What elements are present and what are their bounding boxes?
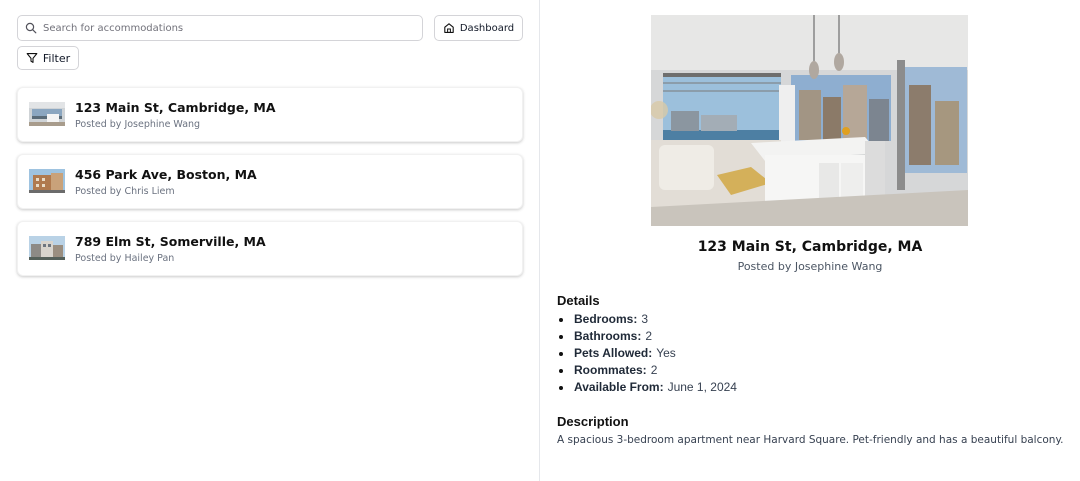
listing-detail-panel: 123 Main St, Cambridge, MA Posted by Jos… bbox=[540, 0, 1080, 481]
description-text: A spacious 3-bedroom apartment near Harv… bbox=[557, 434, 1064, 446]
listing-card[interactable]: 456 Park Ave, Boston, MA Posted by Chris… bbox=[17, 154, 523, 209]
listing-thumbnail bbox=[29, 102, 65, 126]
listing-title: 456 Park Ave, Boston, MA bbox=[75, 167, 257, 182]
detail-item: Available From: June 1, 2024 bbox=[557, 379, 737, 396]
listing-posted-by: Posted by Josephine Wang bbox=[75, 119, 201, 130]
detail-item: Roommates: 2 bbox=[557, 362, 737, 379]
detail-title: 123 Main St, Cambridge, MA bbox=[697, 239, 923, 255]
detail-item: Bedrooms: 3 bbox=[557, 311, 737, 328]
search-input[interactable] bbox=[43, 22, 403, 34]
filter-button[interactable]: Filter bbox=[17, 46, 79, 70]
details-heading: Details bbox=[557, 293, 600, 308]
home-icon bbox=[443, 22, 455, 34]
listing-posted-by: Posted by Hailey Pan bbox=[75, 253, 175, 264]
listing-title: 789 Elm St, Somerville, MA bbox=[75, 234, 266, 249]
dashboard-label: Dashboard bbox=[459, 22, 515, 34]
filter-icon bbox=[26, 52, 38, 64]
detail-item: Pets Allowed: Yes bbox=[557, 345, 737, 362]
search-box[interactable] bbox=[17, 15, 423, 41]
detail-posted-by: Posted by Josephine Wang bbox=[737, 260, 883, 273]
listing-posted-by: Posted by Chris Liem bbox=[75, 186, 175, 197]
listing-photo bbox=[651, 15, 968, 226]
detail-item: Bathrooms: 2 bbox=[557, 328, 737, 345]
listing-card[interactable]: 789 Elm St, Somerville, MA Posted by Hai… bbox=[17, 221, 523, 276]
details-list: Bedrooms: 3 Bathrooms: 2 Pets Allowed: Yes … bbox=[557, 311, 737, 396]
listing-thumbnail bbox=[29, 169, 65, 193]
listings-panel: Dashboard Filter 123 Main St, Cambridge,… bbox=[0, 0, 539, 481]
filter-label: Filter bbox=[42, 51, 71, 65]
listing-title: 123 Main St, Cambridge, MA bbox=[75, 100, 276, 115]
description-heading: Description bbox=[557, 414, 629, 429]
listing-card[interactable]: 123 Main St, Cambridge, MA Posted by Jos… bbox=[17, 87, 523, 142]
listing-thumbnail bbox=[29, 236, 65, 260]
search-icon bbox=[25, 22, 37, 34]
dashboard-button[interactable]: Dashboard bbox=[434, 15, 523, 41]
